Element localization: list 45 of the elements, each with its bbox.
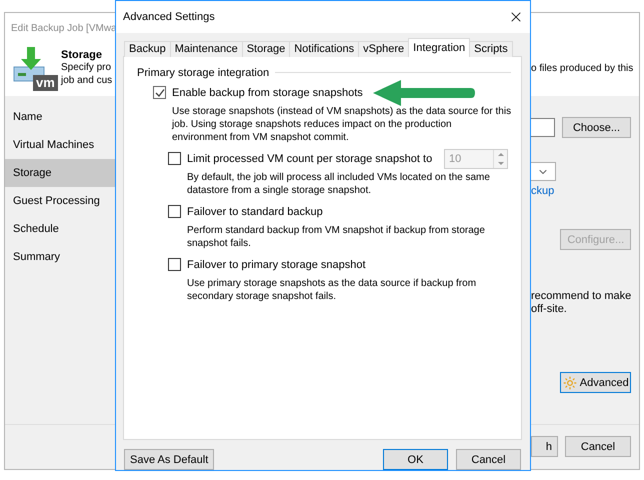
path-field[interactable] (531, 118, 555, 137)
step-item[interactable]: Name (5, 103, 115, 131)
checkbox[interactable] (168, 205, 181, 218)
advanced-button[interactable]: Advanced (560, 372, 632, 393)
option-label: Failover to standard backup (187, 206, 323, 218)
step-item[interactable]: Virtual Machines (5, 131, 115, 159)
tab[interactable]: Backup (124, 40, 171, 57)
sun-icon (562, 376, 577, 390)
dialog-title: Advanced Settings (123, 10, 215, 23)
tab[interactable]: Scripts (469, 40, 513, 57)
option-label: Failover to primary storage snapshot (187, 258, 366, 271)
step-item[interactable]: Storage (5, 159, 115, 187)
page-subtitle: job and cus (61, 74, 112, 87)
option-description: Use storage snapshots (instead of VM snapshots) as the data source for this job. Using storage snapshots reduces impact on the production environment from VM snapshot commit. (172, 104, 512, 144)
footer-button[interactable]: Cancel (565, 436, 631, 457)
step-item[interactable]: Schedule (5, 215, 115, 243)
dropdown[interactable] (531, 162, 556, 181)
tab[interactable]: Integration (408, 38, 470, 57)
checkbox[interactable] (168, 152, 181, 166)
footer-button[interactable]: h (531, 436, 558, 457)
tab[interactable]: vSphere (358, 40, 410, 57)
note-text: off-site. (531, 303, 567, 316)
option-description: Use primary storage snapshots as the data source if backup from secondary storage snapshot fails. (187, 276, 476, 303)
option-label: Enable backup from storage snapshots (172, 86, 363, 99)
option-description: Perform standard backup from VM snapshot if backup from storage snapshot fails. (187, 224, 485, 250)
checkbox[interactable] (168, 258, 181, 272)
link[interactable]: ckup (531, 185, 554, 197)
page-title: Storage (61, 49, 102, 61)
step-item[interactable]: Summary (5, 243, 115, 271)
ok-button[interactable]: OK (383, 449, 448, 470)
group-title: Primary storage integration (137, 66, 270, 79)
choose-button[interactable]: Choose... (562, 117, 631, 138)
page-subtitle: Specify pro (61, 61, 112, 74)
vm-label: vm (33, 75, 58, 91)
note-text: recommend to make (531, 290, 632, 303)
step-item[interactable]: Guest Processing (5, 187, 115, 215)
checkbox[interactable] (153, 86, 166, 100)
option-description: By default, the job will process all included VMs located on the same datastore from a single storage snapshot. (187, 170, 490, 197)
header-text: o files produced by this (531, 62, 634, 76)
cancel-button[interactable]: Cancel (456, 449, 521, 470)
tab[interactable]: Maintenance (170, 40, 243, 57)
save-as-default-button[interactable]: Save As Default (124, 449, 214, 470)
option-label: Limit processed VM count per storage snapshot to (187, 152, 432, 165)
tab[interactable]: Storage (242, 40, 290, 57)
tab[interactable]: Notifications (289, 40, 360, 57)
